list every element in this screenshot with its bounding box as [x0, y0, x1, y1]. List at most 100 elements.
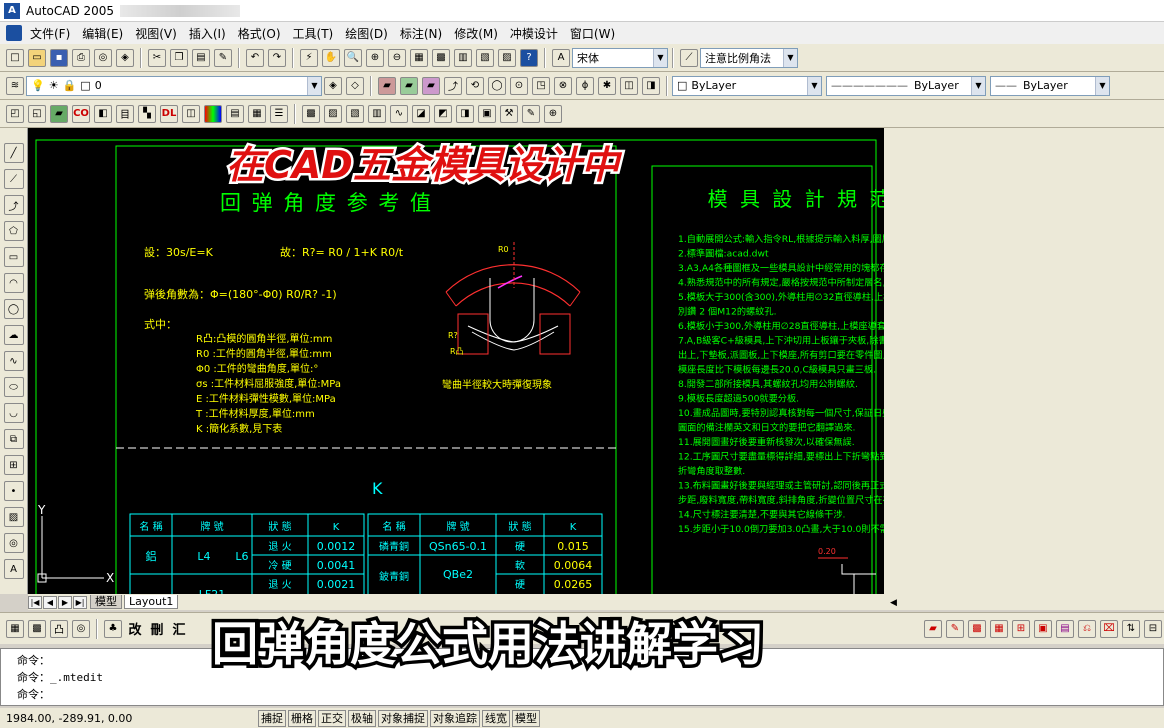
bt-r7-icon[interactable]: ▤: [1056, 619, 1074, 638]
die-tool-6-icon[interactable]: ◯: [488, 76, 506, 95]
help-icon[interactable]: ?: [520, 48, 538, 67]
layer-manager-icon[interactable]: ≋: [6, 76, 24, 95]
die-tool-2-icon[interactable]: ▰: [400, 76, 418, 95]
doc-icon[interactable]: [6, 25, 22, 41]
tab-layout1[interactable]: Layout1: [124, 595, 179, 609]
markup-icon[interactable]: ▨: [498, 48, 516, 67]
circle-icon[interactable]: ◯: [3, 299, 24, 319]
polyline-icon[interactable]: ⤴: [3, 195, 24, 215]
die-tool-5-icon[interactable]: ⟲: [466, 76, 484, 95]
open-file-icon[interactable]: ▭: [28, 48, 46, 67]
menu-draw[interactable]: 绘图(D): [339, 25, 394, 42]
tool-q-icon[interactable]: ◪: [412, 104, 430, 123]
snap-toggle[interactable]: 捕捉: [258, 709, 286, 727]
command-prompt[interactable]: 命令：: [17, 686, 1147, 703]
rectangle-icon[interactable]: ▭: [3, 247, 24, 267]
die-tool-11-icon[interactable]: ✱: [598, 76, 616, 95]
arc-icon[interactable]: ◠: [3, 273, 24, 293]
tool-u-icon[interactable]: ⚒: [500, 104, 518, 123]
bt-1-icon[interactable]: ▦: [6, 619, 24, 638]
tool-e-icon[interactable]: 目: [116, 104, 134, 123]
spline-icon[interactable]: ∿: [3, 351, 24, 371]
layer-combo[interactable]: 💡 ☀ 🔒 □ 0 ▼: [26, 75, 322, 96]
last-tab-icon[interactable]: ▶|: [73, 595, 87, 609]
tool-c-icon[interactable]: ▰: [50, 104, 68, 123]
tool-p-icon[interactable]: ∿: [390, 104, 408, 123]
die-tool-10-icon[interactable]: ϕ: [576, 76, 594, 95]
tool-h-icon[interactable]: [204, 104, 222, 123]
tool-d-icon[interactable]: ◧: [94, 104, 112, 123]
tool-o-icon[interactable]: ▥: [368, 104, 386, 123]
tool-i-icon[interactable]: ▤: [226, 104, 244, 123]
tool-t-icon[interactable]: ▣: [478, 104, 496, 123]
horizontal-scrollbar[interactable]: ◀: [884, 594, 1164, 610]
cut-icon[interactable]: ✂: [148, 48, 166, 67]
tool-n-icon[interactable]: ▧: [346, 104, 364, 123]
menu-die-design[interactable]: 冲模设计: [504, 25, 564, 42]
menu-modify[interactable]: 修改(M): [448, 25, 504, 42]
zoom-previous-icon[interactable]: ⊖: [388, 48, 406, 67]
tool-v-icon[interactable]: ✎: [522, 104, 540, 123]
die-tool-8-icon[interactable]: ◳: [532, 76, 550, 95]
bt-r10-icon[interactable]: ⇅: [1122, 619, 1140, 638]
osnap-toggle[interactable]: 对象捕捉: [378, 709, 428, 727]
construction-line-icon[interactable]: ⟋: [3, 169, 24, 189]
die-tool-3-icon[interactable]: ▰: [422, 76, 440, 95]
tool-g-icon[interactable]: ◫: [182, 104, 200, 123]
ortho-toggle[interactable]: 正交: [318, 709, 346, 727]
die-tool-13-icon[interactable]: ◨: [642, 76, 660, 95]
line-icon[interactable]: ╱: [3, 143, 24, 163]
prev-tab-icon[interactable]: ◀: [43, 595, 57, 609]
zoom-realtime-icon[interactable]: 🔍: [344, 48, 362, 67]
layer-previous-icon[interactable]: ◇: [346, 76, 364, 95]
otrack-toggle[interactable]: 对象追踪: [430, 709, 480, 727]
color-combo[interactable]: □ ByLayer ▼: [672, 75, 822, 96]
design-center-icon[interactable]: ▩: [432, 48, 450, 67]
bt-r1-icon[interactable]: ▰: [924, 619, 942, 638]
bt-r2-icon[interactable]: ✎: [946, 619, 964, 638]
bt-4-icon[interactable]: ◎: [72, 619, 90, 638]
match-properties-icon[interactable]: ✎: [214, 48, 232, 67]
lineweight-combo[interactable]: —— ByLayer ▼: [990, 75, 1110, 96]
plot-preview-icon[interactable]: ◎: [94, 48, 112, 67]
menu-format[interactable]: 格式(O): [232, 25, 287, 42]
tool-dl-icon[interactable]: DL: [160, 104, 178, 123]
text-style-icon[interactable]: A: [552, 48, 570, 67]
bt-shan-icon[interactable]: 刪: [148, 620, 166, 638]
copy-icon[interactable]: ❐: [170, 48, 188, 67]
bt-3-icon[interactable]: 凸: [50, 619, 68, 638]
undo-icon[interactable]: ↶: [246, 48, 264, 67]
bt-5-icon[interactable]: ♣: [104, 619, 122, 638]
menu-window[interactable]: 窗口(W): [564, 25, 621, 42]
redo-icon[interactable]: ↷: [268, 48, 286, 67]
bt-r11-icon[interactable]: ⊟: [1144, 619, 1162, 638]
hyperlink-icon[interactable]: ⚡: [300, 48, 318, 67]
menu-edit[interactable]: 编辑(E): [76, 25, 129, 42]
drawing-canvas[interactable]: 回 弹 角 度 参 考 值 設：30s/E=K 故：R?= R0 / 1+K R…: [28, 128, 884, 596]
bt-r5-icon[interactable]: ⊞: [1012, 619, 1030, 638]
tool-b-icon[interactable]: ◱: [28, 104, 46, 123]
ellipse-arc-icon[interactable]: ◡: [3, 403, 24, 423]
menu-file[interactable]: 文件(F): [24, 25, 76, 42]
revision-cloud-icon[interactable]: ☁: [3, 325, 24, 345]
hatch-icon[interactable]: ▨: [3, 507, 24, 527]
ellipse-icon[interactable]: ⬭: [3, 377, 24, 397]
menu-tools[interactable]: 工具(T): [287, 25, 340, 42]
tool-k-icon[interactable]: ☰: [270, 104, 288, 123]
tool-f-icon[interactable]: ▚: [138, 104, 156, 123]
pan-icon[interactable]: ✋: [322, 48, 340, 67]
lineweight-toggle[interactable]: 线宽: [482, 709, 510, 727]
menu-dimension[interactable]: 标注(N): [394, 25, 448, 42]
tool-r-icon[interactable]: ◩: [434, 104, 452, 123]
bt-r3-icon[interactable]: ▩: [968, 619, 986, 638]
bt-r4-icon[interactable]: ▦: [990, 619, 1008, 638]
tool-l-icon[interactable]: ▩: [302, 104, 320, 123]
scroll-left-icon[interactable]: ◀: [884, 598, 897, 608]
mtext-icon[interactable]: A: [3, 559, 24, 579]
bt-r9-icon[interactable]: ⌧: [1100, 619, 1118, 638]
zoom-window-icon[interactable]: ⊕: [366, 48, 384, 67]
linetype-combo[interactable]: ——————— ByLayer ▼: [826, 75, 986, 96]
bt-hui-icon[interactable]: 汇: [170, 620, 188, 638]
die-tool-9-icon[interactable]: ⊗: [554, 76, 572, 95]
publish-icon[interactable]: ◈: [116, 48, 134, 67]
